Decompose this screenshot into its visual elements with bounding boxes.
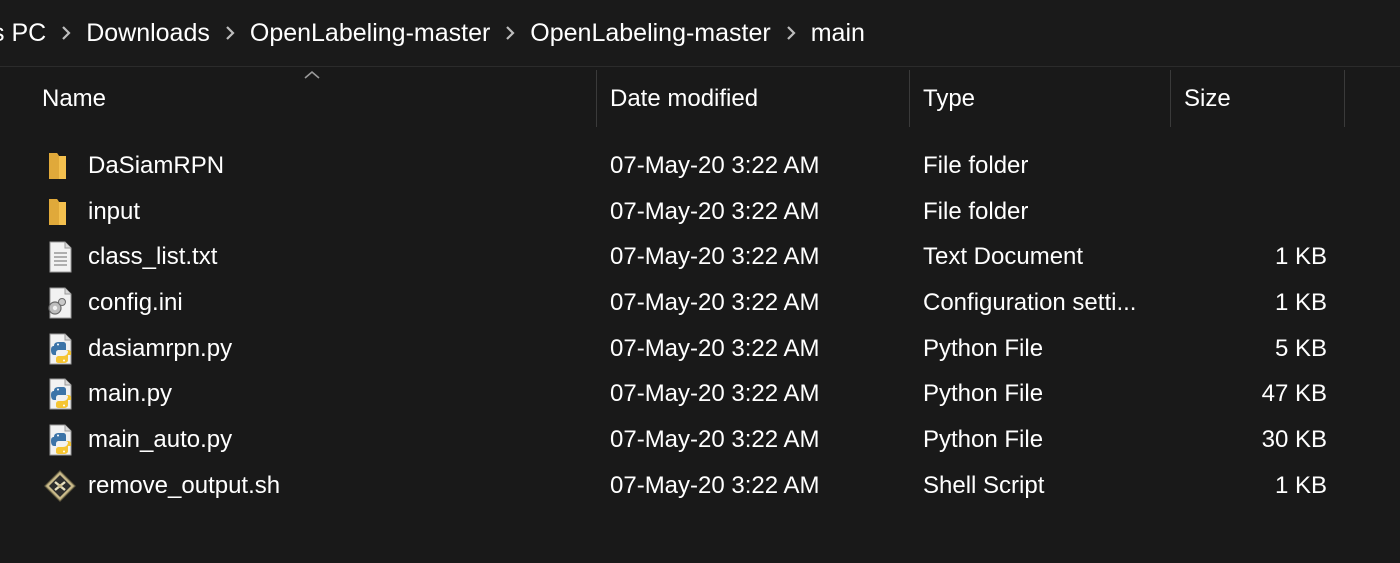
file-type: Configuration setti... — [923, 289, 1137, 317]
file-date-modified: 07-May-20 3:22 AM — [610, 289, 820, 317]
file-date-modified: 07-May-20 3:22 AM — [610, 380, 820, 408]
file-date-modified: 07-May-20 3:22 AM — [610, 426, 820, 454]
file-type: Python File — [923, 334, 1044, 362]
breadcrumb[interactable]: s PC Downloads OpenLabeling-master OpenL… — [0, 0, 1400, 67]
table-row[interactable]: input 07-May-20 3:22 AM File folder — [0, 189, 1400, 235]
file-type: Python File — [923, 380, 1044, 408]
breadcrumb-label: s PC — [0, 18, 47, 47]
file-name: class_list.txt — [88, 243, 218, 271]
chevron-right-icon[interactable] — [490, 0, 530, 66]
file-size: 1 KB — [1274, 243, 1327, 271]
column-header-name[interactable]: Name — [28, 70, 596, 127]
column-header-label: Size — [1184, 84, 1231, 112]
file-list: DaSiamRPN 07-May-20 3:22 AM File folder … — [0, 143, 1400, 509]
file-date-modified: 07-May-20 3:22 AM — [610, 471, 820, 499]
column-header-type[interactable]: Type — [909, 70, 1170, 127]
file-type: Text Document — [923, 243, 1084, 271]
chevron-right-icon[interactable] — [210, 0, 250, 66]
file-size: 1 KB — [1274, 289, 1327, 317]
folder-icon — [49, 198, 66, 225]
file-date-modified: 07-May-20 3:22 AM — [610, 197, 820, 225]
chevron-right-icon[interactable] — [771, 0, 811, 66]
file-name: config.ini — [88, 289, 183, 317]
file-name: dasiamrpn.py — [88, 334, 233, 362]
breadcrumb-item-this-pc[interactable]: s PC — [0, 0, 46, 66]
file-size: 30 KB — [1261, 426, 1327, 454]
table-row[interactable]: DaSiamRPN 07-May-20 3:22 AM File folder — [0, 143, 1400, 189]
breadcrumb-label: OpenLabeling-master — [249, 18, 491, 47]
column-divider[interactable] — [1344, 70, 1345, 127]
folder-icon — [49, 153, 66, 179]
table-row[interactable]: class_list.txt 07-May-20 3:22 AM Text Do… — [0, 234, 1400, 280]
table-row[interactable]: main.py 07-May-20 3:22 AM Python File 47… — [0, 371, 1400, 417]
table-row[interactable]: dasiamrpn.py 07-May-20 3:22 AM Python Fi… — [0, 326, 1400, 372]
column-header-date-modified[interactable]: Date modified — [596, 70, 909, 127]
chevron-right-icon[interactable] — [46, 0, 86, 66]
column-header-size[interactable]: Size — [1170, 70, 1344, 127]
file-size — [1180, 143, 1327, 189]
table-row[interactable]: config.ini 07-May-20 3:22 AM Configurati… — [0, 280, 1400, 326]
file-size — [1180, 189, 1327, 235]
breadcrumb-item-main[interactable]: main — [811, 0, 865, 66]
breadcrumb-item-openlabeling-master-inner[interactable]: OpenLabeling-master — [530, 0, 770, 66]
file-size: 1 KB — [1274, 471, 1327, 499]
python-file-icon — [49, 424, 72, 456]
column-header-label: Type — [923, 84, 976, 112]
table-row[interactable]: main_auto.py 07-May-20 3:22 AM Python Fi… — [0, 417, 1400, 463]
table-row[interactable]: remove_output.sh 07-May-20 3:22 AM Shell… — [0, 463, 1400, 509]
config-file-icon — [48, 287, 72, 319]
breadcrumb-item-downloads[interactable]: Downloads — [86, 0, 210, 66]
file-date-modified: 07-May-20 3:22 AM — [610, 243, 820, 271]
breadcrumb-label: main — [810, 18, 865, 47]
file-name: main_auto.py — [88, 426, 233, 454]
python-file-icon — [49, 378, 72, 410]
file-name: main.py — [88, 380, 173, 408]
file-size: 5 KB — [1274, 334, 1327, 362]
python-file-icon — [49, 333, 72, 365]
file-name: DaSiamRPN — [88, 152, 225, 179]
text-file-icon — [49, 241, 72, 273]
file-name: remove_output.sh — [88, 471, 281, 499]
breadcrumb-item-openlabeling-master[interactable]: OpenLabeling-master — [250, 0, 490, 66]
breadcrumb-label: Downloads — [86, 18, 210, 47]
file-size: 47 KB — [1261, 380, 1327, 408]
file-type: Shell Script — [923, 471, 1045, 499]
file-type: File folder — [923, 197, 1029, 225]
file-type: Python File — [923, 426, 1044, 454]
file-name: input — [88, 197, 141, 225]
breadcrumb-label: OpenLabeling-master — [530, 18, 771, 47]
column-header-label: Date modified — [610, 84, 759, 112]
file-date-modified: 07-May-20 3:22 AM — [610, 334, 820, 362]
file-explorer-window: s PC Downloads OpenLabeling-master OpenL… — [0, 0, 1400, 563]
file-date-modified: 07-May-20 3:22 AM — [610, 152, 820, 179]
column-header-label: Name — [42, 84, 107, 112]
file-type: File folder — [923, 152, 1029, 179]
shell-script-icon — [44, 469, 76, 502]
